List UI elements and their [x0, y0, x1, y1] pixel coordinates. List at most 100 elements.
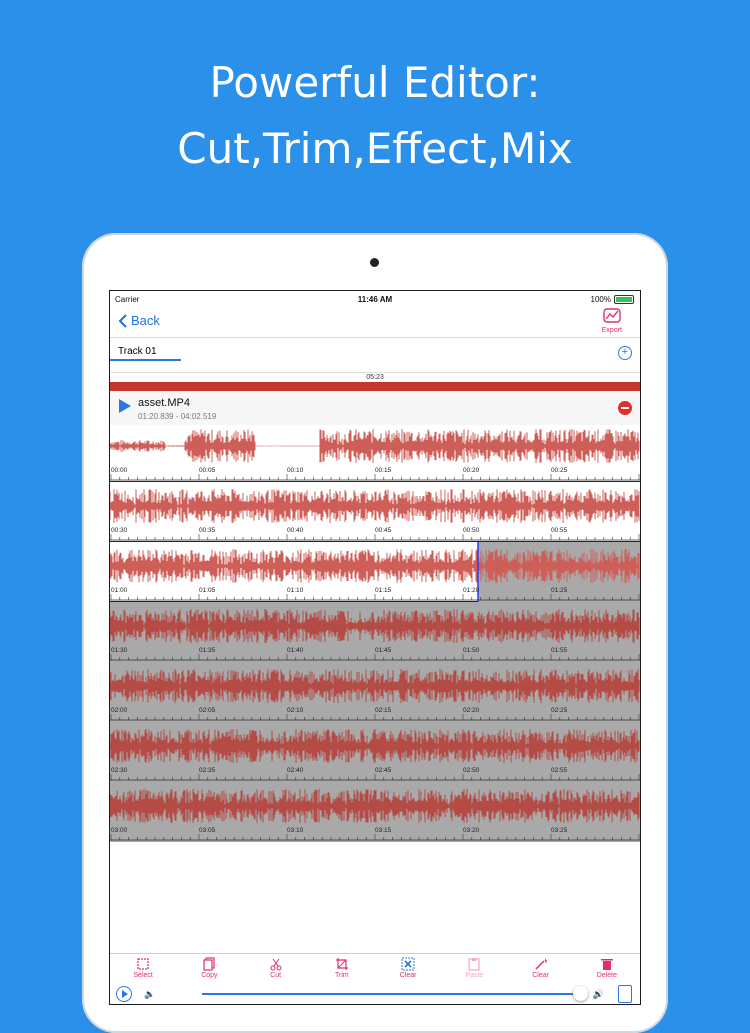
- time-tick-label: 01:05: [199, 587, 216, 594]
- tool-clear-button[interactable]: Clear: [508, 954, 574, 984]
- trash-icon: [600, 959, 613, 970]
- time-tick-label: 03:25: [551, 827, 568, 834]
- time-tick-label: 00:30: [111, 527, 128, 534]
- battery-indicator: 100%: [591, 295, 634, 304]
- time-tick-label: 03:20: [463, 827, 480, 834]
- headline-line-1: Powerful Editor:: [209, 58, 541, 107]
- time-tick-label: 02:30: [111, 767, 128, 774]
- tool-cut-button[interactable]: Cut: [243, 954, 309, 984]
- time-tick-label: 01:30: [111, 647, 128, 654]
- waveform-area[interactable]: 00:00 00:05 00:10 00:15 00:20 00:25 00:30 00:35…: [110, 422, 640, 942]
- time-tick-label: 02:00: [111, 707, 128, 714]
- track-tab-row: Track 01 +: [110, 338, 640, 373]
- music-note-icon[interactable]: [618, 985, 632, 1003]
- time-tick-label: 00:05: [199, 467, 216, 474]
- chevron-left-icon: [118, 313, 127, 328]
- edit-toolbar: Select Copy Cut Trim Clear Paste Clear Delete: [110, 953, 640, 984]
- waveform-row[interactable]: 00:00 00:05 00:10 00:15 00:20 00:25: [110, 422, 640, 482]
- back-label: Back: [131, 313, 160, 328]
- time-tick-label: 00:20: [463, 467, 480, 474]
- time-tick-label: 00:15: [375, 467, 392, 474]
- timeline-overview[interactable]: 05:23: [110, 373, 640, 391]
- waveform-svg: 02:30 02:35 02:40 02:45 02:50 02:55: [110, 722, 640, 782]
- waveform-row[interactable]: 00:30 00:35 00:40 00:45 00:50 00:55: [110, 482, 640, 542]
- time-tick-label: 02:35: [199, 767, 216, 774]
- scissors-icon: [270, 958, 282, 971]
- time-tick-label: 01:55: [551, 647, 568, 654]
- waveform-row[interactable]: 02:30 02:35 02:40 02:45 02:50 02:55: [110, 722, 640, 782]
- export-chart-icon: [603, 308, 621, 323]
- tab-track-01[interactable]: Track 01: [110, 344, 181, 361]
- export-button[interactable]: Export: [602, 307, 622, 334]
- waveform-row[interactable]: 01:30 01:35 01:40 01:45 01:50 01:55: [110, 602, 640, 662]
- tool-label: Paste: [465, 972, 484, 979]
- waveform-path: [110, 489, 640, 523]
- time-tick-label: 02:50: [463, 767, 480, 774]
- export-label: Export: [601, 327, 622, 334]
- clear-x-icon: [401, 957, 415, 971]
- time-tick-label: 00:55: [551, 527, 568, 534]
- remove-asset-icon[interactable]: [618, 401, 632, 415]
- tool-label: Copy: [201, 972, 218, 979]
- time-tick-label: 02:45: [375, 767, 392, 774]
- time-tick-label: 02:40: [287, 767, 304, 774]
- time-tick-label: 02:55: [551, 767, 568, 774]
- time-tick-label: 01:50: [463, 647, 480, 654]
- time-tick-label: 00:25: [551, 467, 568, 474]
- play-icon[interactable]: [119, 399, 131, 413]
- time-tick-label: 02:05: [199, 707, 216, 714]
- trim-icon: [335, 958, 348, 970]
- tool-label: Cut: [270, 972, 282, 979]
- tool-clear-button[interactable]: Clear: [375, 954, 441, 984]
- waveform-path: [110, 429, 640, 463]
- waveform-svg: 00:00 00:05 00:10 00:15 00:20 00:25: [110, 429, 640, 481]
- waveform-svg: 02:00 02:05 02:10 02:15 02:20 02:25: [110, 662, 640, 722]
- volume-high-icon: 🔊: [592, 989, 604, 999]
- status-bar: Carrier 11:46 AM 100%: [110, 291, 640, 307]
- time-tick-label: 01:25: [551, 587, 568, 594]
- battery-icon: [614, 295, 634, 304]
- timeline-bar[interactable]: [110, 382, 640, 391]
- magic-wand-icon: [535, 958, 548, 970]
- tool-label: Select: [133, 972, 153, 979]
- time-tick-label: 01:20: [463, 587, 480, 594]
- time-tick-label: 00:50: [463, 527, 480, 534]
- copy-icon: [203, 957, 215, 971]
- waveform-row[interactable]: 02:00 02:05 02:10 02:15 02:20 02:25: [110, 662, 640, 722]
- time-tick-label: 01:10: [287, 587, 304, 594]
- back-button[interactable]: Back: [118, 313, 160, 328]
- tool-label: Trim: [335, 972, 349, 979]
- waveform-row[interactable]: 03:00 03:05 03:10 03:15 03:20 03:25: [110, 782, 640, 842]
- waveform-row[interactable]: 01:00 01:05 01:10 01:15 01:20 01:25: [110, 542, 640, 602]
- tool-label: Delete: [596, 972, 617, 979]
- time-tick-label: 02:10: [287, 707, 304, 714]
- time-tick-label: 03:05: [199, 827, 216, 834]
- time-tick-label: 01:35: [199, 647, 216, 654]
- volume-slider-thumb[interactable]: [573, 986, 588, 1001]
- time-tick-label: 00:00: [111, 467, 128, 474]
- player-bar: 🔈 🔊: [110, 984, 640, 1004]
- tool-paste-button[interactable]: Paste: [441, 954, 507, 984]
- time-tick-label: 03:10: [287, 827, 304, 834]
- add-track-button[interactable]: +: [618, 346, 632, 360]
- asset-name: asset.MP4: [138, 397, 190, 409]
- time-tick-label: 03:00: [111, 827, 128, 834]
- tool-label: Clear: [399, 972, 417, 979]
- time-tick-label: 02:20: [463, 707, 480, 714]
- camera-dot: [370, 258, 379, 267]
- time-tick-label: 00:40: [287, 527, 304, 534]
- plus-icon: +: [621, 346, 629, 358]
- time-tick-label: 01:45: [375, 647, 392, 654]
- battery-percent: 100%: [590, 295, 611, 304]
- tool-copy-button[interactable]: Copy: [176, 954, 242, 984]
- nav-bar: Back Export: [110, 307, 640, 338]
- volume-slider[interactable]: [202, 993, 580, 995]
- time-tick-label: 00:10: [287, 467, 304, 474]
- tool-select-button[interactable]: Select: [110, 954, 176, 984]
- tool-delete-button[interactable]: Delete: [574, 954, 640, 984]
- asset-row[interactable]: asset.MP4 01:20.839 - 04:02.519: [110, 391, 640, 425]
- tool-trim-button[interactable]: Trim: [309, 954, 375, 984]
- time-tick-label: 01:40: [287, 647, 304, 654]
- time-tick-label: 02:15: [375, 707, 392, 714]
- volume-low-icon: 🔈: [144, 989, 156, 999]
